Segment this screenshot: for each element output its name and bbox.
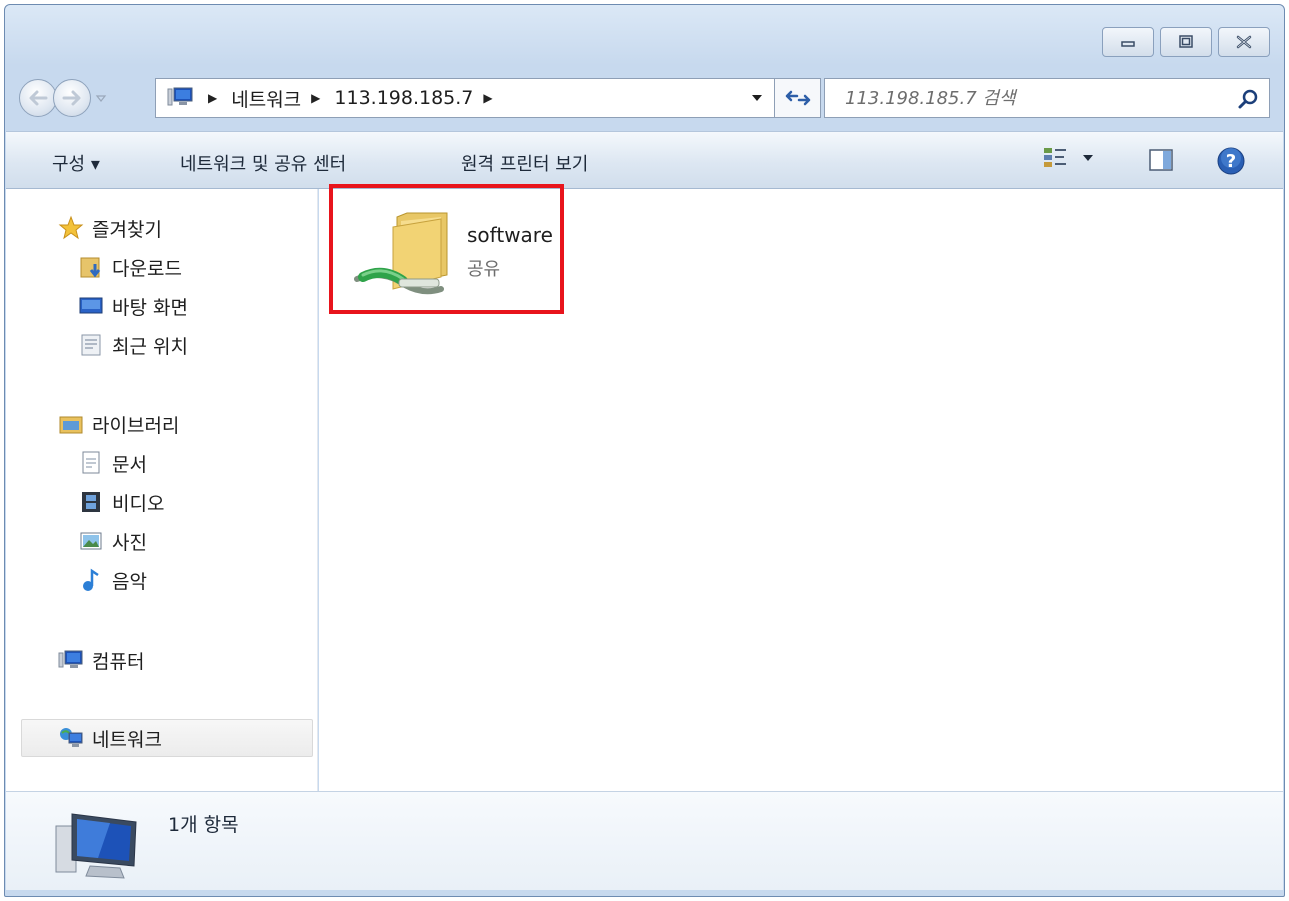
shared-folder-name: software	[467, 223, 553, 247]
close-button[interactable]	[1218, 27, 1270, 57]
command-bar: 구성 ▾ 네트워크 및 공유 센터 원격 프린터 보기 ?	[6, 131, 1283, 189]
breadcrumb-network[interactable]: 네트워크	[231, 85, 301, 112]
explorer-window: ▶ 네트워크 ▶ 113.198.185.7 ▶ 구성 ▾ 네트워크 및 공유 …	[4, 4, 1285, 897]
maximize-button[interactable]	[1160, 27, 1212, 57]
nav-downloads[interactable]: 다운로드	[78, 252, 182, 282]
forward-button[interactable]	[53, 79, 91, 117]
breadcrumb-separator[interactable]: ▶	[483, 91, 492, 105]
videos-icon	[78, 489, 104, 515]
minimize-button[interactable]	[1102, 27, 1154, 57]
nav-desktop-label: 바탕 화면	[112, 296, 188, 319]
view-details-icon	[1044, 148, 1066, 167]
view-dropdown-icon[interactable]	[1082, 153, 1094, 163]
nav-desktop[interactable]: 바탕 화면	[78, 291, 188, 321]
recent-pages-dropdown[interactable]	[95, 93, 107, 103]
nav-libraries-label: 라이브러리	[92, 414, 180, 437]
view-remote-printers-button[interactable]: 원격 프린터 보기	[461, 150, 588, 176]
back-arrow-icon	[29, 90, 48, 106]
navigation-pane: 즐겨찾기 다운로드 바탕 화면 최근 위치 라이브러리 문서 비디오 사진 음악…	[6, 189, 318, 791]
desktop-icon	[78, 293, 104, 319]
nav-network[interactable]: 네트워크	[58, 723, 162, 753]
close-icon	[1236, 35, 1252, 49]
caption-buttons	[1102, 27, 1270, 57]
computer-icon	[55, 813, 137, 879]
refresh-icon	[785, 90, 810, 106]
minimize-icon	[1121, 41, 1135, 47]
nav-recent-places-label: 최근 위치	[112, 335, 188, 358]
address-bar[interactable]: ▶ 네트워크 ▶ 113.198.185.7 ▶	[155, 78, 775, 118]
change-view-button[interactable]	[1042, 146, 1094, 170]
music-icon	[78, 567, 104, 593]
breadcrumb-separator[interactable]: ▶	[311, 91, 320, 105]
search-box[interactable]	[824, 78, 1270, 118]
nav-videos[interactable]: 비디오	[78, 487, 164, 517]
preview-pane-icon[interactable]	[1148, 148, 1174, 172]
nav-pictures-label: 사진	[112, 531, 147, 554]
nav-music[interactable]: 음악	[78, 565, 147, 595]
nav-pictures[interactable]: 사진	[78, 526, 147, 556]
nav-favorites-label: 즐겨찾기	[92, 218, 162, 241]
network-computer-icon	[167, 87, 193, 106]
address-row: ▶ 네트워크 ▶ 113.198.185.7 ▶	[19, 75, 1270, 121]
breadcrumb-separator[interactable]: ▶	[208, 91, 217, 105]
network-icon	[58, 725, 84, 751]
nav-music-label: 음악	[112, 570, 147, 593]
nav-documents[interactable]: 문서	[78, 448, 147, 478]
pictures-icon	[78, 528, 104, 554]
nav-network-label: 네트워크	[92, 728, 162, 751]
shared-folder-icon	[354, 212, 448, 295]
search-icon[interactable]	[1237, 88, 1259, 110]
organize-menu-button[interactable]: 구성 ▾	[52, 150, 100, 176]
nav-documents-label: 문서	[112, 453, 147, 476]
address-dropdown-icon[interactable]	[750, 91, 764, 105]
nav-libraries[interactable]: 라이브러리	[58, 409, 179, 439]
nav-recent-places[interactable]: 최근 위치	[78, 330, 188, 360]
help-icon[interactable]: ?	[1216, 146, 1246, 176]
refresh-button[interactable]	[775, 78, 821, 118]
details-pane: 1개 항목	[6, 791, 1283, 890]
nav-videos-label: 비디오	[112, 492, 165, 515]
downloads-folder-icon	[78, 254, 104, 280]
nav-computer-label: 컴퓨터	[92, 650, 145, 673]
forward-arrow-icon	[62, 90, 81, 106]
recent-places-icon	[78, 332, 104, 358]
documents-icon	[78, 450, 104, 476]
back-button[interactable]	[19, 79, 57, 117]
file-list-pane: software 공유	[319, 189, 1283, 791]
star-icon	[58, 215, 84, 241]
computer-icon	[58, 647, 84, 673]
nav-favorites[interactable]: 즐겨찾기	[58, 213, 162, 243]
navigation-buttons	[19, 79, 107, 117]
nav-downloads-label: 다운로드	[112, 257, 182, 280]
shared-folder-type: 공유	[467, 259, 501, 280]
maximize-icon	[1179, 35, 1193, 48]
nav-computer[interactable]: 컴퓨터	[58, 645, 144, 675]
item-count: 1개 항목	[168, 814, 239, 836]
breadcrumb-host[interactable]: 113.198.185.7	[334, 87, 473, 109]
search-input[interactable]	[825, 79, 1269, 117]
network-sharing-center-button[interactable]: 네트워크 및 공유 센터	[180, 150, 346, 176]
libraries-icon	[58, 411, 84, 437]
shared-folder-item[interactable]: software 공유	[349, 209, 553, 299]
svg-text:?: ?	[1226, 151, 1236, 172]
